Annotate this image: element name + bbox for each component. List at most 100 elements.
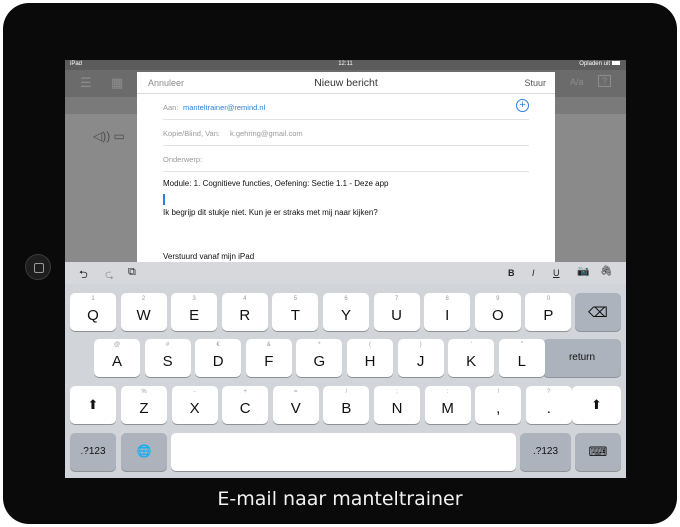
italic-button[interactable]: I (532, 268, 535, 278)
to-recipient[interactable]: manteltrainer@remind.nl (183, 103, 265, 112)
bold-button[interactable]: B (508, 268, 515, 278)
key-s[interactable]: # S (144, 339, 191, 377)
ipad-screen: iPad 12:11 Opladen uit ☰ ▦ A/a ? ◁)) ▭ A… (65, 60, 626, 478)
add-contact-icon[interactable]: + (516, 99, 529, 112)
key-i[interactable]: 8I (424, 293, 471, 331)
hide-keyboard-key[interactable]: ⌨ (575, 433, 621, 471)
delete-key[interactable]: ⌫ (575, 293, 621, 331)
key-t[interactable]: 5T (272, 293, 319, 331)
key-label: I (445, 307, 450, 324)
key-w[interactable]: 2W (120, 293, 167, 331)
to-field[interactable]: Aan: manteltrainer@remind.nl + (163, 94, 529, 120)
grid-icon: ▦ (111, 75, 124, 90)
key-x[interactable]: -X (171, 386, 218, 424)
key-hint: 5 (293, 296, 298, 302)
key-label: J (416, 353, 425, 370)
subject-label: Onderwerp: (163, 155, 203, 164)
key-hint: 8 (445, 296, 449, 302)
cc-from-field[interactable]: Kopie/Blind, Van: k.gehring@gmail.com (163, 120, 529, 146)
key-q[interactable]: 1Q (70, 293, 116, 331)
key-u[interactable]: 7U (373, 293, 420, 331)
key-g[interactable]: * G (296, 339, 343, 377)
key-l[interactable]: " L (498, 339, 545, 377)
key-hint: : (446, 389, 449, 395)
key-label: M (441, 400, 454, 417)
key-c[interactable]: + C (222, 386, 269, 424)
key-punct-8[interactable]: ?. (525, 386, 572, 424)
key-label: U (391, 307, 403, 324)
key-hint: = (294, 389, 298, 395)
caption: E-mail naar manteltrainer (217, 488, 463, 510)
return-key[interactable]: return (543, 339, 621, 377)
key-hint: ! (497, 389, 500, 395)
key-n[interactable]: ; N (374, 386, 420, 424)
key-punct-7[interactable]: !, (475, 386, 522, 424)
body-line-2[interactable]: Ik begrijp dit stukje niet. Kun je er st… (163, 208, 378, 217)
key-e[interactable]: 3E (171, 293, 218, 331)
key-a[interactable]: @ A (94, 339, 140, 377)
key-p[interactable]: 0P (525, 293, 572, 331)
numbers-key-right[interactable]: .?123 (520, 433, 571, 471)
key-b[interactable]: / B (323, 386, 370, 424)
globe-icon: 🌐 (136, 444, 152, 458)
shift-key-left[interactable]: ⬆ (70, 386, 116, 424)
camera-icon[interactable]: 📷 (577, 266, 589, 277)
key-hint: 4 (243, 296, 247, 302)
key-hint: 3 (192, 296, 196, 302)
key-label: Y (340, 307, 351, 324)
compose-title: Nieuw bericht (314, 77, 378, 89)
redo-icon[interactable]: ⮎ (105, 266, 114, 285)
key-hint: ' (470, 342, 472, 348)
underline-button[interactable]: U (553, 268, 560, 278)
key-label: G (313, 353, 326, 370)
key-hint: ( (369, 342, 371, 348)
key-f[interactable]: & F (245, 339, 292, 377)
subject-field[interactable]: Onderwerp: (163, 146, 529, 172)
text-cursor (163, 194, 165, 205)
key-o[interactable]: 9O (474, 293, 521, 331)
shift-key-right[interactable]: ⬆ (572, 386, 621, 424)
key-label: D (212, 353, 224, 370)
send-button[interactable]: Stuur (524, 78, 546, 88)
keyboard-shortcut-bar: ⮌ ⮎ ⧉ B I U 📷 🖇 (65, 262, 626, 284)
key-label: V (290, 400, 301, 417)
undo-icon[interactable]: ⮌ (79, 266, 88, 285)
key-z[interactable]: % Z (121, 386, 167, 424)
key-hint: 9 (496, 296, 500, 302)
key-hint: % (141, 389, 147, 395)
globe-key[interactable]: 🌐 (121, 433, 167, 471)
key-label: S (162, 353, 173, 370)
status-time: 12:11 (338, 61, 353, 67)
signature[interactable]: Verstuurd vanaf mijn iPad (163, 252, 254, 261)
body-line-1[interactable]: Module: 1. Cognitieve functies, Oefening… (163, 179, 388, 188)
key-label: O (491, 307, 504, 324)
key-label: Q (87, 307, 99, 324)
key-label: K (466, 353, 477, 370)
key-label: E (189, 307, 200, 324)
key-label: C (239, 400, 251, 417)
key-m[interactable]: :M (424, 386, 471, 424)
space-bar[interactable] (171, 433, 516, 471)
key-d[interactable]: € D (195, 339, 242, 377)
key-k[interactable]: ' K (448, 339, 495, 377)
key-j[interactable]: ) J (397, 339, 444, 377)
key-hint: # (165, 342, 170, 348)
key-h[interactable]: (H (347, 339, 393, 377)
key-hint: - (193, 389, 196, 395)
key-label: . (546, 400, 551, 417)
paste-icon[interactable]: ⧉ (128, 266, 136, 279)
key-y[interactable]: 6Y (323, 293, 369, 331)
speaker-icon: ◁)) ▭ (93, 129, 125, 143)
ipad-frame: iPad 12:11 Opladen uit ☰ ▦ A/a ? ◁)) ▭ A… (3, 3, 677, 524)
attachment-icon[interactable]: 🖇 (600, 266, 613, 277)
numbers-key-left[interactable]: .?123 (70, 433, 116, 471)
key-r[interactable]: 4R (221, 293, 268, 331)
key-hint: 7 (394, 296, 399, 302)
key-label: A (111, 353, 122, 370)
key-label: F (264, 353, 274, 370)
key-v[interactable]: = V (272, 386, 319, 424)
key-hint: 1 (91, 296, 95, 302)
cc-label: Kopie/Blind, Van: (163, 129, 220, 138)
key-hint: + (243, 389, 247, 395)
home-button[interactable] (25, 254, 51, 280)
